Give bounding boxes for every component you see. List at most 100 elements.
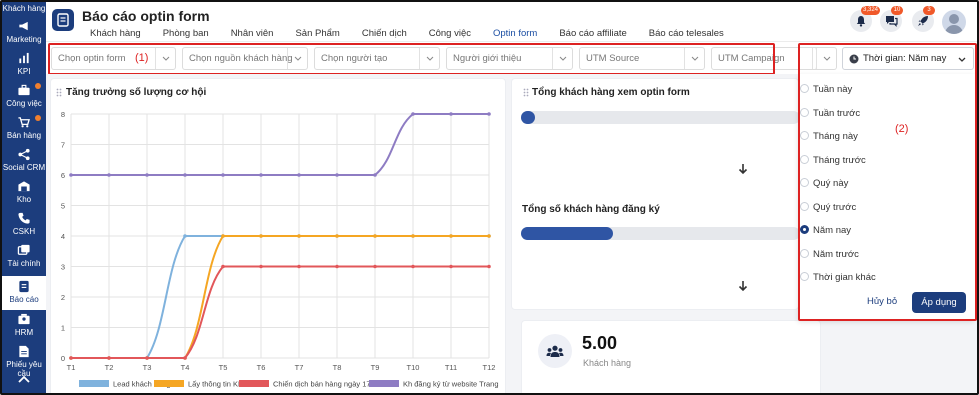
stat-value: 5.00 [582, 333, 618, 353]
y-tick-label: 4 [61, 232, 65, 241]
sidebar-item-label: KPI [17, 67, 31, 76]
y-tick-label: 0 [61, 354, 65, 363]
data-point-3 [183, 173, 187, 177]
growth-chart-panel: Tăng trưởng số lượng cơ hội 0 1 2 3 4 5 6 7 8 T1 T… [50, 78, 506, 393]
app-window: Khách hàng Marketing KPI Công việc Bán hàng S… [0, 0, 979, 395]
legend-swatch[interactable] [154, 380, 184, 387]
y-tick-label: 5 [61, 202, 65, 211]
legend-swatch[interactable] [369, 380, 399, 387]
x-tick-label: T4 [181, 363, 190, 372]
rocket-badge: 3 [923, 6, 935, 15]
report-app-icon [52, 9, 74, 31]
phone-icon [18, 212, 30, 224]
sidebar-item-1[interactable]: Marketing [2, 20, 46, 44]
warehouse-icon [18, 181, 30, 192]
x-tick-label: T6 [257, 363, 266, 372]
annotation-label-2: (2) [895, 123, 909, 135]
data-point-1 [259, 234, 263, 238]
series-line-2 [71, 265, 489, 359]
chevron-up-icon[interactable] [18, 374, 30, 384]
data-point-2 [449, 264, 453, 269]
drag-handle-icon[interactable] [523, 88, 529, 97]
sidebar-item-6[interactable]: Kho [2, 180, 46, 204]
expand-button[interactable] [730, 273, 756, 299]
kpi-chart-icon [19, 52, 29, 64]
annotation-label-1: (1) [135, 52, 149, 64]
sidebar-item-label: Social CRM [2, 163, 46, 172]
legend-swatch[interactable] [79, 380, 109, 387]
sidebar-item-9[interactable]: Báo cáo [2, 276, 46, 310]
data-point-2 [221, 264, 225, 269]
sidebar-item-label: Bán hàng [6, 131, 42, 140]
annotation-box-filters [48, 43, 775, 75]
data-point-2 [183, 356, 187, 360]
x-tick-label: T12 [483, 363, 496, 372]
legend-label[interactable]: Chiến dịch bán hàng ngày 17/04 [273, 380, 381, 389]
sidebar-item-label: Marketing [6, 35, 42, 44]
sidebar-item-3[interactable]: Công việc [2, 83, 46, 108]
tab-5[interactable]: Công việc [429, 28, 471, 39]
data-point-2 [145, 356, 149, 360]
data-point-2 [335, 264, 339, 269]
tab-7[interactable]: Báo cáo affiliate [559, 28, 626, 39]
x-tick-label: T3 [143, 363, 152, 372]
x-tick-label: T11 [445, 363, 457, 372]
registered-customers-title: Tổng số khách hàng đăng ký [522, 204, 660, 215]
data-point-3 [145, 173, 149, 177]
tab-6[interactable]: Optin form [493, 28, 537, 39]
arrow-down-icon [738, 164, 748, 175]
tab-1[interactable]: Phòng ban [163, 28, 209, 39]
data-point-2 [69, 356, 73, 360]
legend-label[interactable]: Lấy thông tin KH [188, 380, 243, 389]
stat-label: Khách hàng [583, 358, 632, 368]
optin-view-title: Tổng khách hàng xem optin form [532, 87, 690, 98]
y-tick-label: 3 [61, 263, 65, 272]
growth-line-chart: 012345678T1 T2 T3 T4 T5 T6 T7 T8 T9 T10 T11 T12Lead… [61, 110, 499, 389]
notifications-badge: 3,324 [861, 6, 881, 15]
messages-button[interactable]: 10 [880, 6, 903, 32]
x-tick-label: T8 [333, 363, 342, 372]
people-icon [538, 334, 572, 368]
y-tick-label: 2 [61, 293, 65, 302]
data-point-1 [297, 234, 301, 238]
sidebar-item-label: Kho [16, 195, 32, 204]
x-tick-label: T1 [67, 363, 76, 372]
data-point-0 [183, 234, 187, 238]
data-point-1 [373, 234, 377, 238]
sidebar-item-0[interactable]: Khách hàng [2, 4, 46, 13]
data-point-2 [107, 356, 111, 360]
report-tabs: Khách hàng Phòng ban Nhân viên Sản Phẩm Chiế… [90, 28, 746, 39]
x-tick-label: T10 [407, 363, 420, 372]
y-tick-label: 8 [61, 110, 65, 119]
sidebar-item-5[interactable]: Social CRM [2, 148, 46, 172]
rocket-button[interactable]: 3 [912, 6, 935, 32]
hrm-icon [18, 313, 30, 325]
data-point-3 [487, 112, 491, 116]
notifications-button[interactable]: 3,324 [850, 6, 881, 32]
y-tick-label: 1 [61, 324, 65, 333]
sidebar-item-4[interactable]: Bán hàng [2, 115, 46, 140]
avatar[interactable] [942, 10, 966, 34]
x-tick-label: T7 [295, 363, 304, 372]
data-point-1 [411, 234, 415, 238]
legend-label[interactable]: Kh đăng ký từ website Trang [403, 380, 499, 389]
sidebar-item-7[interactable]: CSKH [2, 212, 46, 236]
sidebar: Khách hàng Marketing KPI Công việc Bán hàng S… [2, 2, 46, 393]
tab-2[interactable]: Nhân viên [231, 28, 274, 39]
legend-swatch[interactable] [239, 380, 269, 387]
sidebar-item-2[interactable]: KPI [2, 52, 46, 76]
sidebar-item-8[interactable]: Tài chính [2, 244, 46, 268]
data-point-3 [449, 112, 453, 116]
tab-0[interactable]: Khách hàng [90, 28, 141, 39]
tab-8[interactable]: Báo cáo telesales [649, 28, 724, 39]
data-point-3 [107, 173, 111, 177]
optin-view-progress-fill [521, 111, 535, 124]
sidebar-item-10[interactable]: HRM [2, 313, 46, 337]
optin-view-progress [521, 111, 800, 124]
data-point-3 [297, 173, 301, 177]
expand-button[interactable] [730, 156, 756, 182]
tab-4[interactable]: Chiến dịch [362, 28, 407, 39]
sidebar-item-label: Khách hàng [2, 4, 46, 13]
tab-3[interactable]: Sản Phẩm [295, 28, 339, 39]
data-point-1 [449, 234, 453, 238]
